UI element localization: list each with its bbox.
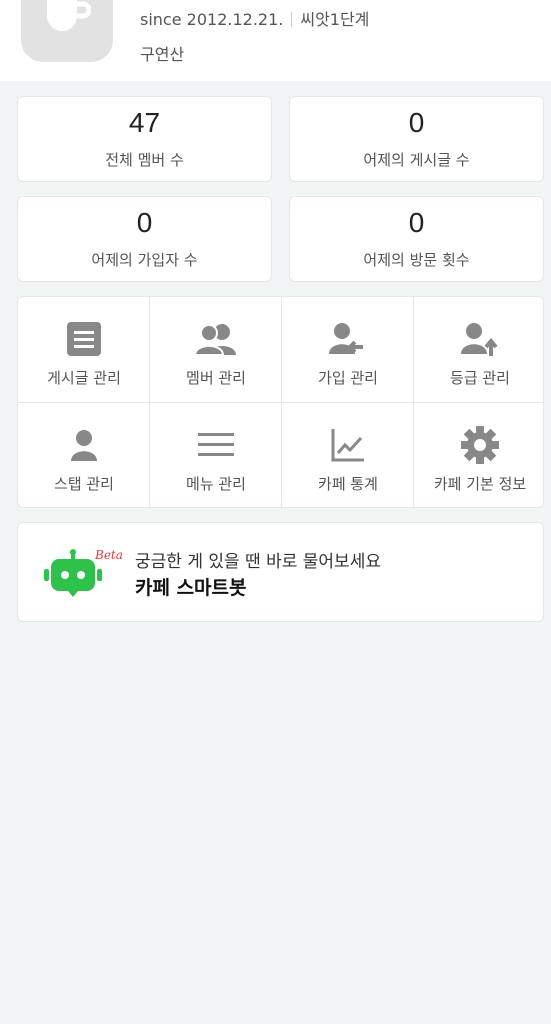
menu-label: 스탭 관리 [54, 475, 114, 493]
stat-yesterday-visits[interactable]: 0 어제의 방문 횟수 [289, 196, 544, 282]
stat-value: 0 [136, 207, 153, 238]
menu-label: 카페 기본 정보 [433, 475, 527, 493]
gear-icon [461, 426, 499, 464]
menu-cafe-statistics[interactable]: 카페 통계 [282, 403, 414, 507]
menu-menu-management[interactable]: 메뉴 관리 [150, 403, 282, 507]
menu-join-management[interactable]: 가입 관리 [282, 297, 414, 403]
menu-label: 카페 통계 [318, 475, 378, 493]
menu-label: 가입 관리 [318, 369, 378, 387]
stat-value: 0 [408, 107, 425, 138]
menu-label: 메뉴 관리 [186, 475, 246, 493]
person-icon [71, 430, 97, 461]
stat-value: 47 [128, 107, 161, 138]
hamburger-menu-icon [198, 433, 234, 456]
since-date: since 2012.12.21. [140, 10, 284, 29]
smartbot-question: 궁금한 게 있을 땐 바로 물어보세요 [135, 552, 381, 572]
stat-yesterday-joins[interactable]: 0 어제의 가입자 수 [17, 196, 272, 282]
user-upgrade-icon [461, 323, 498, 356]
cafe-level: 씨앗1단계 [300, 10, 370, 29]
menu-label: 등급 관리 [450, 369, 510, 387]
menu-cafe-basic-info[interactable]: 카페 기본 정보 [414, 403, 543, 507]
menu-staff-management[interactable]: 스탭 관리 [18, 403, 150, 507]
stat-value: 0 [408, 207, 425, 238]
menu-member-management[interactable]: 멤버 관리 [150, 297, 282, 403]
cafe-header: since 2012.12.21. 씨앗1단계 구연산 [0, 0, 551, 81]
menu-grade-management[interactable]: 등급 관리 [414, 297, 543, 403]
smartbot-banner[interactable]: Beta 궁금한 게 있을 땐 바로 물어보세요 카페 스마트봇 [17, 522, 544, 622]
robot-icon [44, 549, 102, 597]
stat-yesterday-posts[interactable]: 0 어제의 게시글 수 [289, 96, 544, 182]
stat-label: 어제의 가입자 수 [91, 251, 198, 269]
stat-total-members[interactable]: 47 전체 멤버 수 [17, 96, 272, 182]
coffee-cup-icon [47, 0, 91, 31]
cafe-meta: since 2012.12.21. 씨앗1단계 [140, 6, 369, 30]
cafe-owner: 구연산 [140, 45, 185, 64]
cafe-logo[interactable] [21, 0, 113, 62]
smartbot-title: 카페 스마트봇 [135, 577, 247, 599]
members-icon [195, 324, 236, 355]
menu-label: 게시글 관리 [47, 369, 121, 387]
stat-label: 어제의 방문 횟수 [363, 251, 470, 269]
management-grid: 게시글 관리 멤버 관리 가입 관리 등급 관리 스탭 관리 메뉴 관리 카페 … [17, 296, 544, 508]
user-join-icon [329, 323, 363, 354]
menu-label: 멤버 관리 [186, 369, 246, 387]
document-icon [67, 322, 101, 356]
stat-label: 어제의 게시글 수 [363, 151, 470, 169]
menu-post-management[interactable]: 게시글 관리 [18, 297, 150, 403]
beta-badge: Beta [95, 548, 123, 562]
line-chart-icon [331, 429, 364, 462]
divider [291, 12, 293, 27]
stat-label: 전체 멤버 수 [105, 151, 184, 169]
